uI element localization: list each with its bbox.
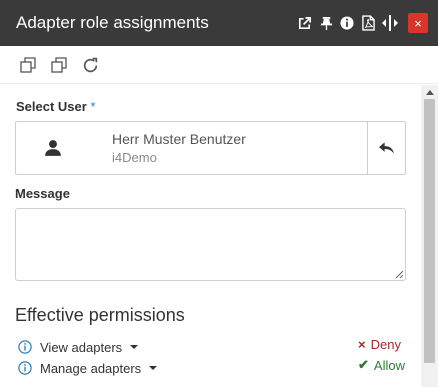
select-user-label: Select User * bbox=[16, 99, 96, 114]
toolbar bbox=[0, 46, 438, 84]
allow-label: Allow bbox=[373, 357, 405, 373]
caret-down-icon bbox=[130, 345, 139, 349]
user-subtitle: i4Demo bbox=[112, 150, 157, 165]
message-label: Message bbox=[15, 186, 70, 201]
message-textarea[interactable] bbox=[15, 208, 406, 281]
permission-item-view-adapters[interactable]: View adapters bbox=[18, 338, 139, 356]
allow-icon: ✔ bbox=[358, 357, 369, 372]
legend-deny: × Deny bbox=[358, 336, 401, 352]
info-circle-icon bbox=[18, 361, 32, 375]
legend-allow: ✔ Allow bbox=[358, 357, 405, 373]
pdf-icon[interactable] bbox=[359, 13, 377, 33]
dialog-content: Select User * Herr Muster Benutzer i4Dem… bbox=[0, 85, 420, 387]
user-icon bbox=[44, 139, 64, 159]
duplicate-icon[interactable] bbox=[49, 55, 69, 75]
info-icon[interactable] bbox=[338, 13, 356, 33]
scroll-up-button[interactable] bbox=[421, 85, 438, 99]
required-marker: * bbox=[90, 99, 96, 114]
close-button[interactable]: × bbox=[408, 13, 428, 33]
external-link-icon[interactable] bbox=[295, 13, 313, 33]
deny-icon: × bbox=[358, 336, 366, 352]
resize-grip-icon[interactable] bbox=[395, 270, 403, 278]
window-title: Adapter role assignments bbox=[16, 13, 209, 32]
reply-button[interactable] bbox=[367, 122, 405, 174]
permission-item-manage-adapters[interactable]: Manage adapters bbox=[18, 359, 158, 377]
refresh-icon[interactable] bbox=[80, 55, 100, 75]
copy-icon[interactable] bbox=[18, 55, 38, 75]
expand-horizontal-icon[interactable] bbox=[381, 13, 399, 33]
close-icon: × bbox=[414, 15, 422, 31]
caret-down-icon bbox=[149, 366, 158, 370]
scrollbar-thumb[interactable] bbox=[424, 99, 435, 363]
pin-icon[interactable] bbox=[317, 13, 335, 33]
deny-label: Deny bbox=[370, 336, 401, 352]
permission-label: View adapters bbox=[40, 339, 123, 355]
permission-label: Manage adapters bbox=[40, 360, 142, 376]
vertical-scrollbar[interactable] bbox=[421, 85, 438, 387]
effective-permissions-title: Effective permissions bbox=[15, 305, 185, 325]
scroll-up-icon bbox=[425, 89, 434, 95]
reply-icon bbox=[379, 142, 394, 154]
title-bar: Adapter role assignments × bbox=[0, 0, 438, 46]
info-circle-icon bbox=[18, 340, 32, 354]
user-name: Herr Muster Benutzer bbox=[112, 131, 246, 147]
select-user-label-text: Select User bbox=[16, 99, 87, 114]
adapter-role-assignments-window: Adapter role assignments × Select User *… bbox=[0, 0, 438, 387]
user-selector[interactable]: Herr Muster Benutzer i4Demo bbox=[15, 121, 406, 175]
